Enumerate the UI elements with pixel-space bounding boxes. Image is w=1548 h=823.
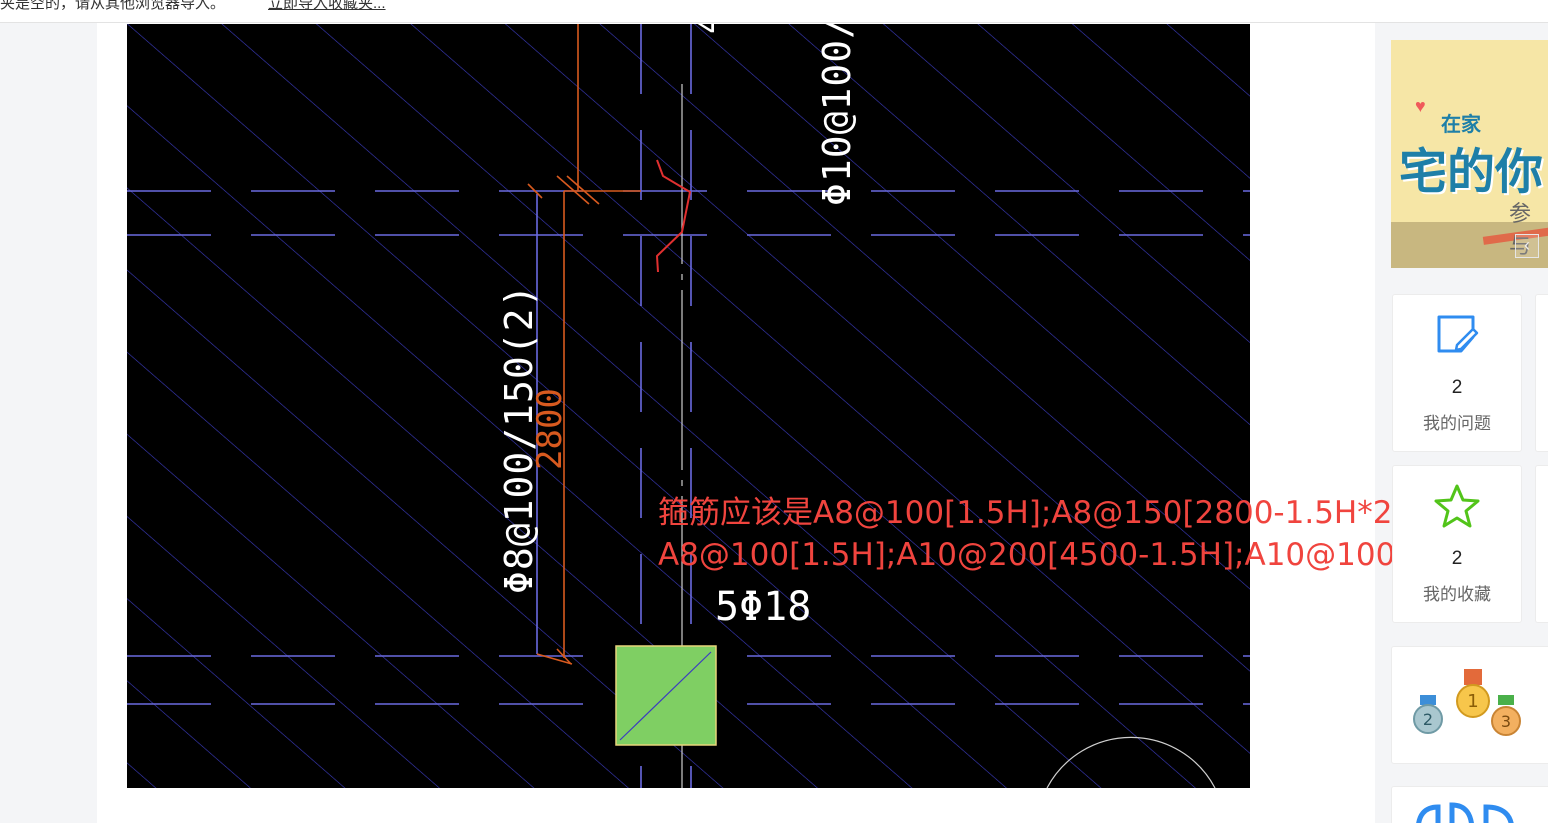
my-questions-count: 2: [1451, 377, 1463, 398]
stirrup-label-top: Φ10@100/: [815, 24, 859, 206]
my-favorites-card[interactable]: 2 我的收藏: [1392, 465, 1522, 623]
next-card-peek-2: [1535, 465, 1548, 623]
annotation-line-2: A8@100[1.5H];A10@200[4500-1.5H];A10@100[…: [658, 537, 1493, 573]
heart-icon: ♥: [1415, 96, 1426, 116]
next-card-peek: [1535, 294, 1548, 452]
page: 夹是空的，请从其他浏览器导入。 立即导入收藏夹... Φ8@100/150(2)…: [0, 0, 1548, 823]
chevron-left-icon[interactable]: ‹: [1515, 234, 1539, 258]
my-questions-label: 我的问题: [1423, 414, 1491, 433]
stirrup-annotation: 箍筋应该是A8@100[1.5H];A8@150[2800-1.5H*2]; A…: [658, 492, 1492, 576]
ranking-medal-card[interactable]: 2 1 3: [1391, 646, 1548, 764]
banner-title-big: 宅的你: [1399, 144, 1544, 200]
medal-icon: 2 1 3: [1413, 669, 1521, 736]
cad-drawing-image[interactable]: Φ8@100/150(2) Φ10@100/ 2800 4 N 5Φ18: [127, 24, 1250, 788]
svg-text:1: 1: [1467, 691, 1478, 712]
my-questions-card[interactable]: 2 我的问题: [1392, 294, 1522, 452]
svg-text:3: 3: [1501, 712, 1511, 731]
rebar-label: 5Φ18: [715, 584, 812, 630]
annotation-line-1: 箍筋应该是A8@100[1.5H];A8@150[2800-1.5H*2];: [658, 495, 1415, 531]
bookmark-import-message: 夹是空的，请从其他浏览器导入。: [0, 0, 226, 12]
sidebar-banner[interactable]: ♥ 在家 宅的你 参与 ‹: [1391, 40, 1548, 268]
length-dimension-label: 2800: [530, 388, 570, 470]
cad-drawing-canvas: [127, 24, 1250, 788]
edit-note-icon: [1437, 315, 1479, 353]
my-favorites-count: 2: [1451, 548, 1463, 569]
bookmark-import-bar: 夹是空的，请从其他浏览器导入。 立即导入收藏夹...: [0, 0, 1548, 23]
bottom-card[interactable]: [1391, 786, 1548, 823]
hand-icon: [1416, 802, 1514, 823]
star-icon: [1434, 484, 1480, 528]
svg-text:2: 2: [1423, 710, 1433, 729]
top-marks-label: 4 N: [689, 24, 729, 34]
import-bookmarks-link[interactable]: 立即导入收藏夹...: [268, 0, 386, 13]
my-favorites-label: 我的收藏: [1423, 585, 1491, 604]
